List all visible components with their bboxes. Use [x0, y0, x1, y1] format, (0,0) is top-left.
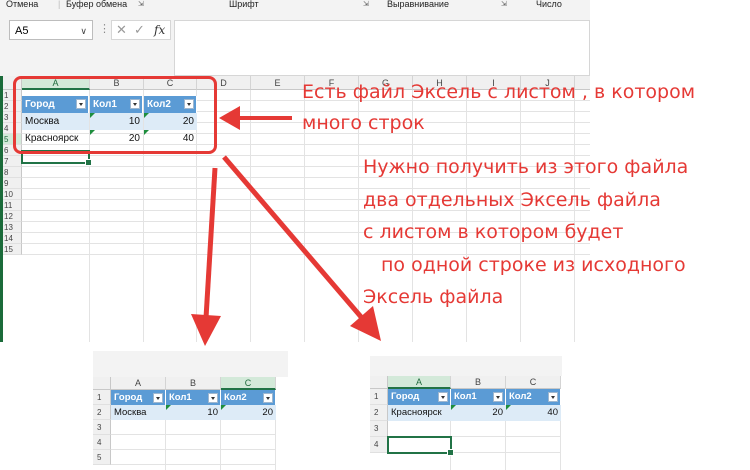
- table-header[interactable]: Кол1: [166, 390, 221, 405]
- column-header-B[interactable]: B: [166, 377, 221, 390]
- select-all-corner[interactable]: [370, 376, 388, 389]
- row-header-4[interactable]: 4: [93, 435, 111, 450]
- row-header-1[interactable]: 1: [93, 390, 111, 405]
- gridline: [111, 449, 276, 450]
- filter-dropdown-icon[interactable]: [208, 393, 218, 403]
- arrow-diagonal: [222, 155, 364, 320]
- table-cell[interactable]: 20: [221, 405, 276, 420]
- active-cell[interactable]: [387, 436, 454, 456]
- annotation-source-line1: Есть файл Эксель с листом , в котором: [302, 81, 696, 103]
- row-header-2[interactable]: 2: [370, 405, 388, 421]
- row-header-5[interactable]: 5: [93, 450, 111, 465]
- row-header-3[interactable]: 3: [93, 420, 111, 435]
- table-header-label: Кол1: [169, 392, 192, 403]
- window-top-band: [370, 356, 562, 376]
- table-header-label: Кол1: [454, 391, 477, 402]
- column-header-A[interactable]: A: [388, 376, 451, 389]
- table-header[interactable]: Город: [388, 389, 451, 405]
- table-cell[interactable]: Москва: [111, 405, 166, 420]
- number-as-text-icon: [451, 405, 456, 410]
- row-header-3[interactable]: 3: [370, 421, 388, 437]
- filter-dropdown-icon[interactable]: [548, 392, 558, 402]
- column-header-C[interactable]: C: [506, 376, 561, 389]
- select-all-corner[interactable]: [93, 377, 111, 390]
- table-header-label: Кол2: [509, 391, 532, 402]
- table-cell[interactable]: 40: [506, 405, 561, 421]
- gridline: [111, 434, 276, 435]
- column-header-C[interactable]: C: [221, 377, 276, 390]
- table-header-label: Город: [114, 392, 143, 403]
- table-header[interactable]: Кол2: [506, 389, 561, 405]
- table-cell[interactable]: Красноярск: [388, 405, 451, 421]
- annotation-goal-line2: два отдельных Эксель файла: [363, 189, 661, 211]
- result-sheet-moscow[interactable]: A B C 1 2 3 4 5 Город Кол1 Кол2 Москва 10 20: [93, 351, 288, 470]
- row-header-2[interactable]: 2: [93, 405, 111, 420]
- column-header-B[interactable]: B: [451, 376, 506, 389]
- annotation-goal-line5: Эксель файла: [363, 286, 504, 308]
- table-header-label: Кол2: [224, 392, 247, 403]
- annotation-goal-line3: с листом в котором будет: [363, 221, 624, 243]
- column-header-A[interactable]: A: [111, 377, 166, 390]
- filter-dropdown-icon[interactable]: [438, 392, 448, 402]
- table-header-label: Город: [391, 391, 420, 402]
- filter-dropdown-icon[interactable]: [493, 392, 503, 402]
- result-sheet-krasnoyarsk[interactable]: A B C 1 2 3 4 Город Кол1 Кол2 Красноярск 20 40: [370, 356, 562, 470]
- filter-dropdown-icon[interactable]: [263, 393, 273, 403]
- table-cell[interactable]: 20: [451, 405, 506, 421]
- arrowhead-down: [191, 314, 221, 346]
- arrow-down: [203, 167, 218, 319]
- annotation-source-line2: много строк: [302, 112, 425, 134]
- number-as-text-icon: [506, 405, 511, 410]
- row-header-4[interactable]: 4: [370, 437, 388, 453]
- number-as-text-icon: [221, 405, 226, 410]
- annotation-goal-line1: Нужно получить из этого файла: [363, 156, 689, 178]
- table-header[interactable]: Город: [111, 390, 166, 405]
- gridline: [111, 464, 276, 465]
- number-as-text-icon: [166, 405, 171, 410]
- arrowhead-left: [219, 106, 240, 130]
- row-header-1[interactable]: 1: [370, 389, 388, 405]
- table-header[interactable]: Кол1: [451, 389, 506, 405]
- table-header[interactable]: Кол2: [221, 390, 276, 405]
- filter-dropdown-icon[interactable]: [153, 393, 163, 403]
- annotation-goal-line4: по одной строке из исходного: [381, 254, 686, 276]
- window-top-band: [93, 351, 288, 377]
- table-cell[interactable]: 10: [166, 405, 221, 420]
